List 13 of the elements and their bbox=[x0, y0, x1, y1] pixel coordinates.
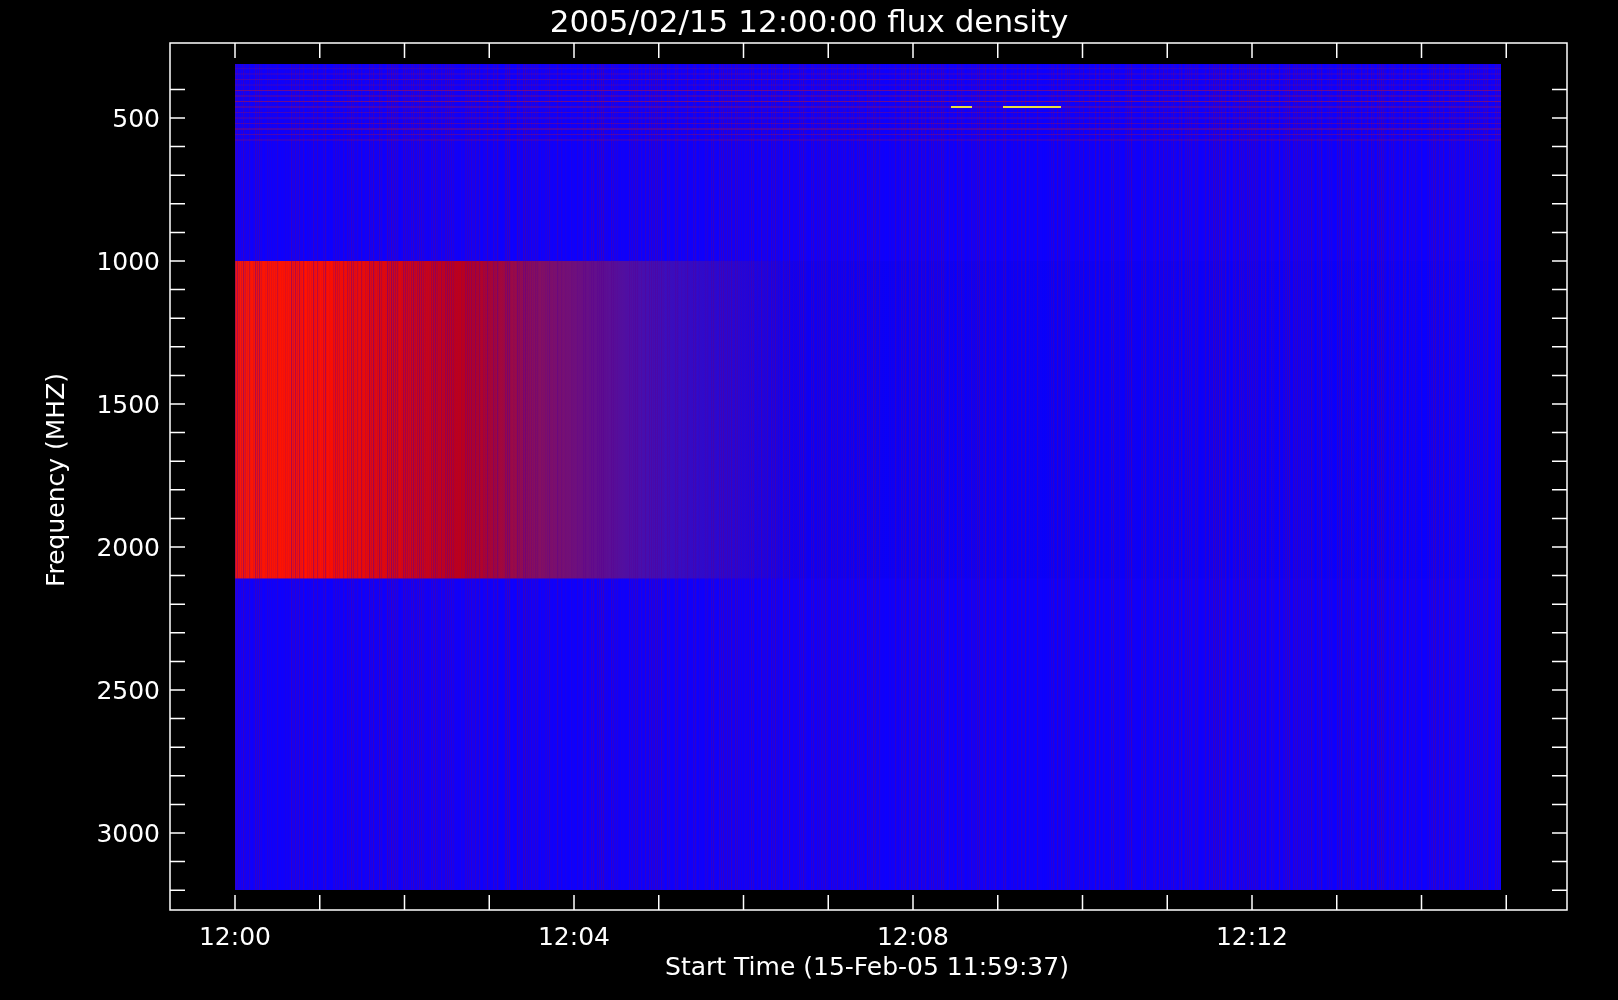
axis-tick-label: 2000 bbox=[96, 533, 160, 562]
axis-tick-label: 500 bbox=[112, 104, 160, 133]
axis-tick-label: 3000 bbox=[96, 819, 160, 848]
chart-title: 2005/02/15 12:00:00 flux density bbox=[549, 3, 1069, 39]
axis-tick-label: 12:12 bbox=[1216, 922, 1288, 951]
axis-title: Start Time (15-Feb-05 11:59:37) bbox=[665, 952, 1069, 981]
axis-tick-label: 12:08 bbox=[877, 922, 949, 951]
axis-title: Frequency (MHZ) bbox=[41, 372, 70, 588]
axis-tick-label: 12:00 bbox=[199, 922, 271, 951]
axis-tick-label: 1500 bbox=[96, 390, 160, 419]
axis-tick-label: 2500 bbox=[96, 676, 160, 705]
axis-tick-label: 1000 bbox=[96, 247, 160, 276]
axis-tick-label: 12:04 bbox=[538, 922, 610, 951]
